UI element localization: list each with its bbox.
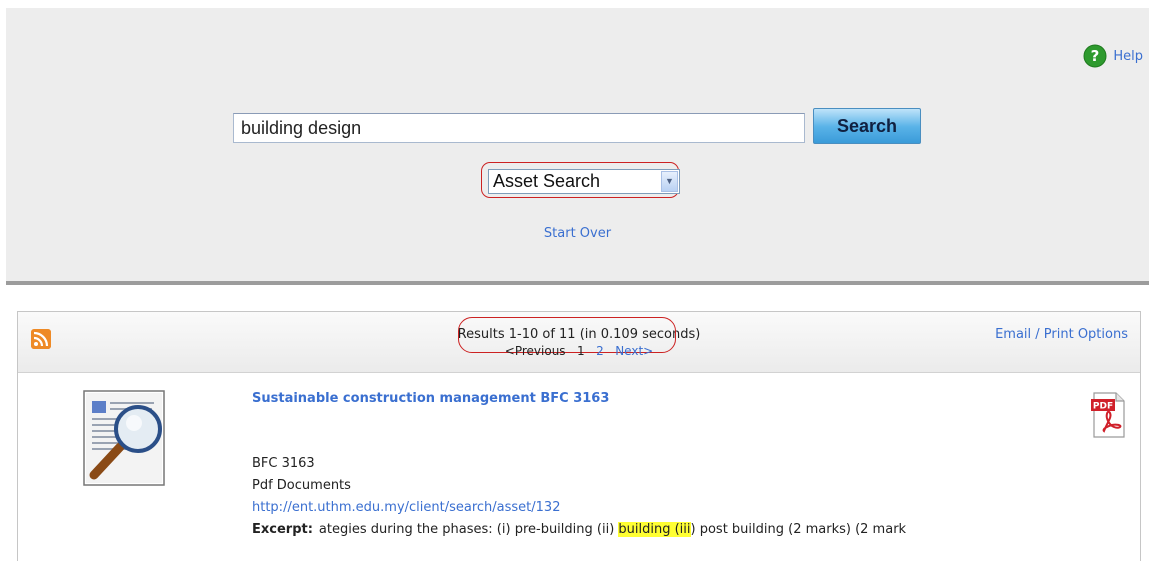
scope-select[interactable]: Asset Search ▼	[488, 169, 680, 194]
pager-previous: <Previous	[504, 344, 566, 358]
svg-text:PDF: PDF	[1093, 402, 1113, 412]
search-input[interactable]	[233, 113, 805, 143]
scope-select-value: Asset Search	[493, 171, 601, 191]
result-url-link[interactable]: http://ent.uthm.edu.my/client/search/ass…	[252, 500, 560, 515]
pager: <Previous 1 2 Next>	[18, 344, 1140, 358]
results-header: Results 1-10 of 11 (in 0.109 seconds) <P…	[18, 312, 1140, 373]
excerpt-text: ategies during the phases: (i) pre-build…	[319, 522, 906, 537]
search-panel: ? Help Search Asset Search ▼ Start Over	[6, 8, 1149, 285]
result-type: Pdf Documents	[252, 478, 351, 493]
result-title-link[interactable]: Sustainable construction management BFC …	[252, 391, 609, 406]
excerpt-label: Excerpt:	[252, 522, 313, 537]
email-print-options-link[interactable]: Email / Print Options	[995, 327, 1128, 342]
pager-next[interactable]: Next>	[615, 344, 653, 358]
pager-page-2[interactable]: 2	[596, 344, 604, 358]
help-icon: ?	[1083, 44, 1107, 68]
document-magnifier-icon[interactable]	[82, 389, 172, 489]
result-code: BFC 3163	[252, 456, 315, 471]
chevron-down-icon[interactable]: ▼	[661, 171, 678, 192]
start-over-link[interactable]: Start Over	[6, 226, 1149, 241]
search-button[interactable]: Search	[813, 108, 921, 144]
result-excerpt: Excerpt: ategies during the phases: (i) …	[252, 522, 912, 537]
results-panel: Results 1-10 of 11 (in 0.109 seconds) <P…	[17, 311, 1141, 561]
result-item: Sustainable construction management BFC …	[18, 373, 1140, 563]
excerpt-after: ) post building (2 marks) (2 mark	[690, 522, 907, 537]
excerpt-before: ategies during the phases: (i) pre-build…	[318, 522, 619, 537]
excerpt-highlight: building (iii	[618, 522, 691, 537]
help-label: Help	[1113, 48, 1143, 64]
svg-text:?: ?	[1091, 47, 1100, 65]
pdf-icon[interactable]: PDF	[1090, 391, 1126, 439]
help-link[interactable]: ? Help	[1083, 44, 1143, 68]
pager-page-1: 1	[577, 344, 585, 358]
scope-select-annotation: Asset Search ▼	[481, 162, 680, 198]
